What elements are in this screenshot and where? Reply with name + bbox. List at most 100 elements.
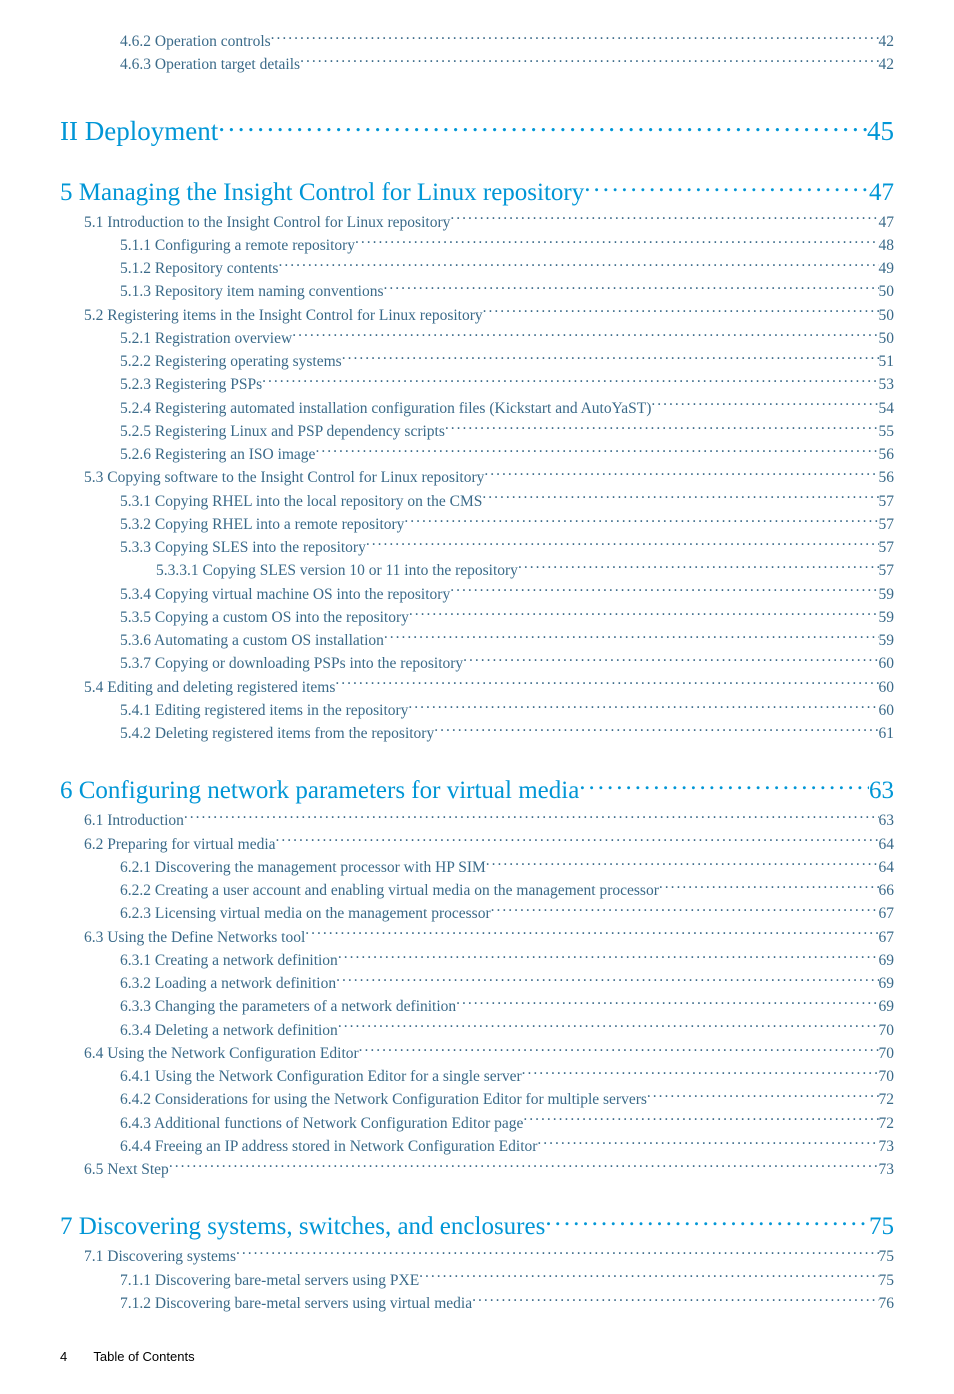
toc-entry-label: 5.4.2 Deleting registered items from the… [120,722,434,745]
toc-chapter-heading[interactable]: 6 Configuring network parameters for vir… [60,773,894,805]
toc-leader-dots [659,880,879,896]
toc-entry-label: 5.3 Copying software to the Insight Cont… [84,466,484,489]
toc-entry-label: 5.2.5 Registering Linux and PSP dependen… [120,420,445,443]
toc-entry-label: 5.1.2 Repository contents [120,257,278,280]
toc-leader-dots [335,676,878,692]
toc-entry-page: 42 [879,30,895,53]
toc-leader-dots [409,606,879,622]
toc-entry[interactable]: 6.4.1 Using the Network Configuration Ed… [60,1065,894,1088]
toc-entry[interactable]: 5.3.5 Copying a custom OS into the repos… [60,606,894,629]
toc-entry[interactable]: 4.6.3 Operation target details 42 [60,53,894,76]
toc-leader-dots [404,513,878,529]
toc-entry[interactable]: 4.6.2 Operation controls 42 [60,30,894,53]
toc-entry[interactable]: 6.3 Using the Define Networks tool67 [60,926,894,949]
toc-entry-page: 72 [879,1112,895,1135]
toc-entry-label: 6.3.1 Creating a network definition [120,949,338,972]
toc-chapter-label: 7 Discovering systems, switches, and enc… [60,1213,545,1241]
toc-entry-page: 70 [879,1019,895,1042]
toc-entry[interactable]: 6.3.3 Changing the parameters of a netwo… [60,995,894,1018]
toc-entry-label: 5.2.4 Registering automated installation… [120,397,651,420]
toc-entry[interactable]: 6.3.2 Loading a network definition69 [60,972,894,995]
toc-entry[interactable]: 6.5 Next Step73 [60,1158,894,1181]
toc-leader-dots [315,444,878,460]
toc-entry[interactable]: 5.3 Copying software to the Insight Cont… [60,466,894,489]
toc-leader-dots [545,1209,869,1234]
toc-entry[interactable]: 5.1.3 Repository item naming conventions… [60,280,894,303]
toc-leader-dots [579,773,869,798]
toc-entry[interactable]: 5.3.7 Copying or downloading PSPs into t… [60,652,894,675]
toc-entry[interactable]: 7.1 Discovering systems75 [60,1245,894,1268]
toc-entry-page: 64 [879,833,895,856]
toc-entry[interactable]: 5.4.2 Deleting registered items from the… [60,722,894,745]
toc-entry[interactable]: 5.3.3 Copying SLES into the repository 57 [60,536,894,559]
toc-entry[interactable]: 5.3.4 Copying virtual machine OS into th… [60,583,894,606]
toc-entry[interactable]: 6.3.4 Deleting a network definition 70 [60,1019,894,1042]
toc-part-heading[interactable]: II Deployment 45 [60,113,894,147]
toc-entry-label: 6.3.4 Deleting a network definition [120,1019,338,1042]
toc-entry-page: 67 [879,902,895,925]
toc-entry[interactable]: 6.2.3 Licensing virtual media on the man… [60,902,894,925]
toc-entry-label: 6.2.2 Creating a user account and enabli… [120,879,659,902]
toc-entry[interactable]: 7.1.1 Discovering bare-metal servers usi… [60,1269,894,1292]
toc-entry[interactable]: 5.3.2 Copying RHEL into a remote reposit… [60,513,894,536]
toc-entry[interactable]: 6.2.2 Creating a user account and enabli… [60,879,894,902]
toc-entry[interactable]: 5.2.2 Registering operating systems51 [60,350,894,373]
toc-entry[interactable]: 6.3.1 Creating a network definition 69 [60,949,894,972]
toc-entry[interactable]: 6.2 Preparing for virtual media64 [60,833,894,856]
toc-entry-page: 66 [879,879,895,902]
toc-entry[interactable]: 5.2.3 Registering PSPs53 [60,373,894,396]
toc-entry[interactable]: 5.2.6 Registering an ISO image56 [60,443,894,466]
toc-entry-page: 75 [879,1269,895,1292]
toc-entry[interactable]: 6.4 Using the Network Configuration Edit… [60,1042,894,1065]
toc-leader-dots [292,327,878,343]
toc-entry[interactable]: 5.1 Introduction to the Insight Control … [60,211,894,234]
toc-entry[interactable]: 6.4.3 Additional functions of Network Co… [60,1112,894,1135]
toc-leader-dots [408,699,878,715]
toc-entry[interactable]: 5.2.1 Registration overview50 [60,327,894,350]
toc-entry[interactable]: 6.1 Introduction63 [60,809,894,832]
toc-entry-label: 6.4.4 Freeing an IP address stored in Ne… [120,1135,537,1158]
toc-entry-label: 5.3.3 Copying SLES into the repository [120,536,366,559]
toc-entry-page: 60 [879,652,895,675]
toc-entry[interactable]: 7.1.2 Discovering bare-metal servers usi… [60,1292,894,1315]
toc-entry[interactable]: 5.4.1 Editing registered items in the re… [60,699,894,722]
toc-entry-page: 56 [879,466,895,489]
toc-entry-label: 6.3.2 Loading a network definition [120,972,336,995]
toc-entry-page: 76 [879,1292,895,1315]
toc-entry-label: 6.4 Using the Network Configuration Edit… [84,1042,359,1065]
toc-leader-dots [359,1042,879,1058]
toc-entry[interactable]: 5.1.2 Repository contents49 [60,257,894,280]
toc-leader-dots [236,1246,879,1262]
toc-entry-page: 47 [879,211,895,234]
toc-entry-page: 69 [879,949,895,972]
toc-part-page: 45 [867,116,894,147]
toc-leader-dots [338,1019,879,1035]
toc-entry[interactable]: 5.3.1 Copying RHEL into the local reposi… [60,490,894,513]
toc-leader-dots [491,903,879,919]
toc-entry-page: 69 [879,995,895,1018]
toc-entry-label: 7.1.1 Discovering bare-metal servers usi… [120,1269,419,1292]
toc-entry[interactable]: 5.3.6 Automating a custom OS installatio… [60,629,894,652]
toc-leader-dots [523,1112,878,1128]
toc-entry[interactable]: 5.2 Registering items in the Insight Con… [60,304,894,327]
toc-entry-page: 57 [879,536,895,559]
toc-entry[interactable]: 5.2.4 Registering automated installation… [60,397,894,420]
toc-entry[interactable]: 6.4.4 Freeing an IP address stored in Ne… [60,1135,894,1158]
toc-entry[interactable]: 5.2.5 Registering Linux and PSP dependen… [60,420,894,443]
toc-chapter-heading[interactable]: 5 Managing the Insight Control for Linux… [60,175,894,207]
toc-entry-page: 60 [879,676,895,699]
toc-entry[interactable]: 5.3.3.1 Copying SLES version 10 or 11 in… [60,559,894,582]
toc-entry-label: 5.2.3 Registering PSPs [120,373,262,396]
toc-entry[interactable]: 6.4.2 Considerations for using the Netwo… [60,1088,894,1111]
toc-leader-dots [278,258,878,274]
toc-leader-dots [366,537,879,553]
toc-entry-page: 64 [879,856,895,879]
toc-entry[interactable]: 6.2.1 Discovering the management process… [60,856,894,879]
toc-entry[interactable]: 5.1.1 Configuring a remote repository48 [60,234,894,257]
toc-chapter-heading[interactable]: 7 Discovering systems, switches, and enc… [60,1209,894,1241]
toc-leader-dots [384,630,879,646]
toc-leader-dots [483,304,879,320]
toc-entry-page: 50 [879,280,895,303]
toc-entry[interactable]: 5.4 Editing and deleting registered item… [60,676,894,699]
toc-leader-dots [472,1292,878,1308]
